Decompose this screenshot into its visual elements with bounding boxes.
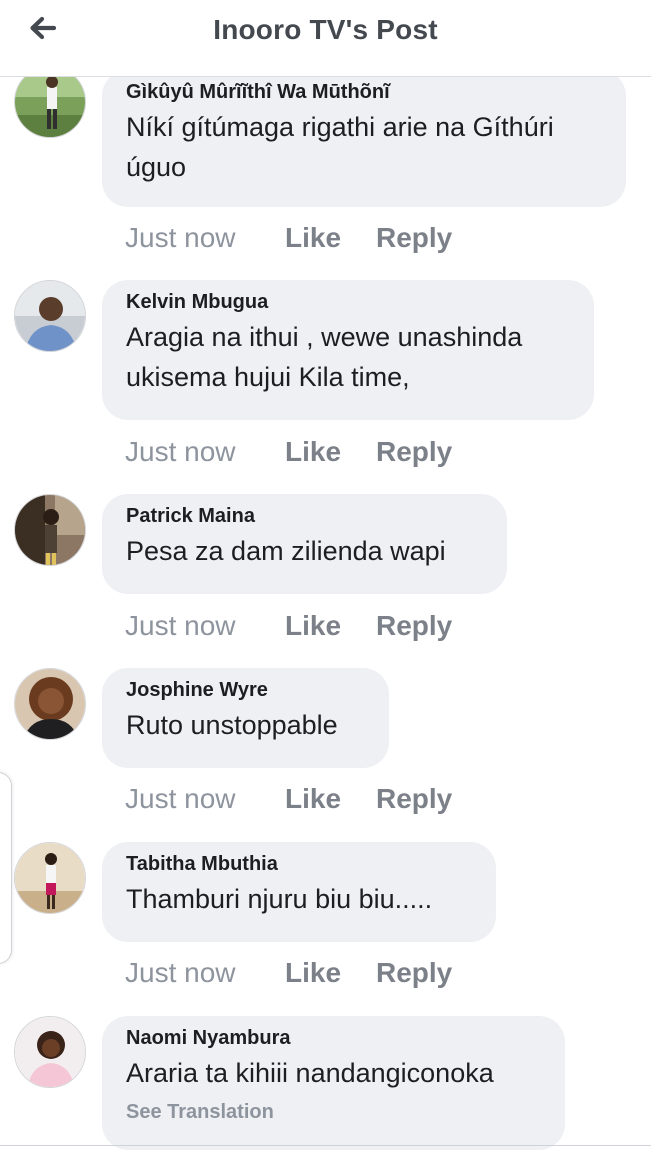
comment-author[interactable]: Patrick Maina [126, 502, 483, 530]
page-title: Inooro TV's Post [213, 14, 438, 45]
top-bar: Inooro TV's Post [0, 0, 651, 77]
comment-author[interactable]: Tabitha Mbuthia [126, 850, 472, 878]
comment-text: Níkí gítúmaga rigathi arie na Gíthúri úg… [126, 112, 554, 182]
comment-actions: Just now Like Reply [125, 609, 452, 643]
comment-actions: Just now Like Reply [125, 435, 452, 469]
comment-bubble[interactable]: Gìkûyû Mûrĩĩthî Wa Mūthõnĩ Níkí gítúmaga… [102, 70, 626, 207]
comment-bubble[interactable]: Josphine Wyre Ruto unstoppable [102, 668, 389, 768]
comment-text: Thamburi njuru biu biu..... [126, 884, 433, 914]
comment-actions: Just now Like Reply [125, 956, 452, 990]
avatar[interactable] [14, 494, 86, 566]
comment-text: Araria ta kihiii nandangiconoka [126, 1058, 494, 1088]
comment-text: Ruto unstoppable [126, 710, 338, 740]
like-button[interactable]: Like [285, 782, 376, 816]
comment-timestamp: Just now [125, 610, 236, 641]
comment-bubble[interactable]: Kelvin Mbugua Aragia na ithui , wewe una… [102, 280, 594, 420]
reply-button[interactable]: Reply [376, 435, 452, 469]
like-button[interactable]: Like [285, 221, 376, 255]
comment-timestamp: Just now [125, 436, 236, 467]
avatar[interactable] [14, 280, 86, 352]
comment-text: Pesa za dam zilienda wapi [126, 536, 446, 566]
comment-timestamp: Just now [125, 222, 236, 253]
reply-button[interactable]: Reply [376, 956, 452, 990]
see-translation-link[interactable]: See Translation [126, 1101, 541, 1124]
comment-bubble[interactable]: Patrick Maina Pesa za dam zilienda wapi [102, 494, 507, 594]
divider [0, 1145, 651, 1146]
comment-timestamp: Just now [125, 957, 236, 988]
avatar[interactable] [14, 668, 86, 740]
comment-text: Aragia na ithui , wewe unashinda ukisema… [126, 322, 523, 392]
comment-timestamp: Just now [125, 783, 236, 814]
reply-button[interactable]: Reply [376, 782, 452, 816]
comment-author[interactable]: Josphine Wyre [126, 676, 365, 704]
comment-bubble[interactable]: Tabitha Mbuthia Thamburi njuru biu biu..… [102, 842, 496, 942]
reply-button[interactable]: Reply [376, 221, 452, 255]
comment-bubble[interactable]: Naomi Nyambura Araria ta kihiii nandangi… [102, 1016, 565, 1150]
comment-author[interactable]: Kelvin Mbugua [126, 288, 570, 316]
avatar[interactable] [14, 842, 86, 914]
comment-author[interactable]: Naomi Nyambura [126, 1024, 541, 1052]
side-scroll-handle[interactable] [0, 772, 12, 964]
comment-actions: Just now Like Reply [125, 221, 452, 255]
like-button[interactable]: Like [285, 956, 376, 990]
comment-author[interactable]: Gìkûyû Mûrĩĩthî Wa Mūthõnĩ [126, 78, 602, 106]
like-button[interactable]: Like [285, 609, 376, 643]
like-button[interactable]: Like [285, 435, 376, 469]
reply-button[interactable]: Reply [376, 609, 452, 643]
comment-actions: Just now Like Reply [125, 782, 452, 816]
avatar[interactable] [14, 1016, 86, 1088]
